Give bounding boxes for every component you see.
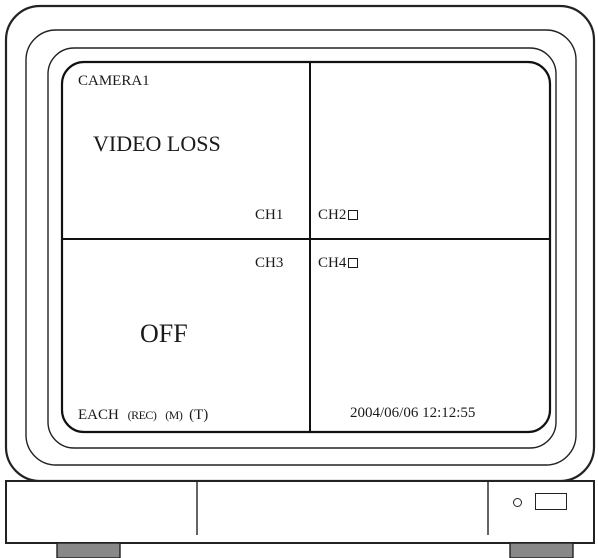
monitor-base [5, 480, 595, 544]
mode-label: EACH [78, 407, 119, 423]
date-time-display: 2004/06/06 12:12:55 [350, 405, 476, 421]
m-indicator: (M) [165, 408, 183, 422]
record-mode-bar: EACH (REC) (M) (T) [78, 408, 208, 423]
right-foot [509, 542, 574, 558]
ch2-checkbox-icon[interactable] [348, 210, 359, 220]
rec-indicator: (REC) [127, 408, 157, 422]
channel-label-ch3: CH3 [255, 255, 284, 271]
channel-label-ch4: CH4 [318, 255, 359, 271]
power-led-icon [513, 498, 522, 507]
t-indicator: (T) [189, 407, 209, 423]
off-label: OFF [140, 319, 188, 348]
ch4-checkbox-icon[interactable] [348, 258, 359, 268]
screen-area [60, 60, 552, 434]
channel-label-ch1: CH1 [255, 207, 284, 223]
camera-label: CAMERA1 [78, 73, 150, 89]
channel-label-ch2: CH2 [318, 207, 359, 223]
video-loss-label: VIDEO LOSS [93, 131, 221, 156]
ch2-text: CH2 [318, 207, 347, 223]
power-button[interactable] [535, 493, 567, 510]
left-foot [56, 542, 121, 558]
ch4-text: CH4 [318, 255, 347, 271]
